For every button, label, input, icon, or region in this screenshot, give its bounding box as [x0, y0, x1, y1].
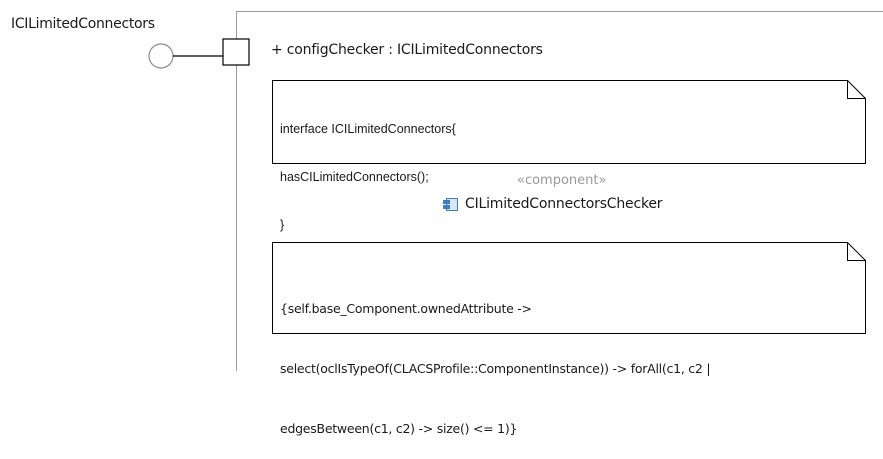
component-stereotype: «component»: [517, 173, 607, 188]
component-title[interactable]: CILimitedConnectorsChecker: [442, 194, 663, 214]
component-name: CILimitedConnectorsChecker: [465, 196, 663, 212]
provided-interface-lollipop[interactable]: [148, 43, 174, 69]
component-icon: [443, 197, 458, 211]
note-line: edgesBetween(c1, c2) -> size() <= 1)}: [280, 421, 518, 436]
port-connector[interactable]: [140, 36, 260, 76]
port-name-label: ICILimitedConnectors: [11, 16, 155, 32]
note-line: select(oclIsTypeOf(CLACSProfile::Compone…: [280, 361, 711, 376]
note-line: interface ICILimitedConnectors{: [280, 122, 456, 136]
property-label[interactable]: + configChecker : ICILimitedConnectors: [271, 42, 543, 58]
note-interface-text: interface ICILimitedConnectors{ hasCILim…: [280, 89, 456, 249]
port-square[interactable]: [222, 38, 250, 66]
note-constraint-text: {self.base_Component.ownedAttribute -> s…: [280, 259, 711, 459]
note-line: hasCILimitedConnectors();: [280, 170, 429, 184]
note-line: {self.base_Component.ownedAttribute ->: [280, 301, 532, 316]
note-line: }: [280, 218, 285, 232]
